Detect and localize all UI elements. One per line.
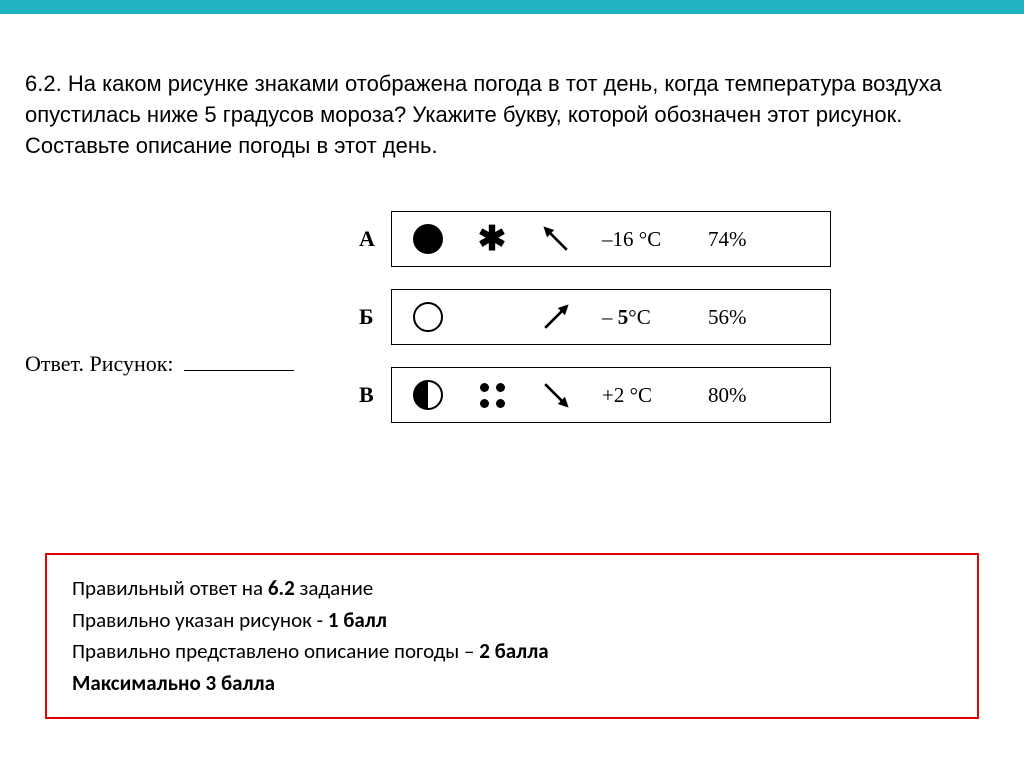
question-body: На каком рисунке знаками отображена пого… — [25, 71, 942, 158]
question-text: 6.2. На каком рисунке знаками отображена… — [25, 69, 999, 161]
temperature-v: +2 °C — [602, 383, 680, 408]
wind-arrow-icon-ne — [538, 299, 574, 335]
humidity-v: 80% — [708, 383, 758, 408]
option-letter-b: Б — [359, 304, 379, 330]
option-box-a: ✱ –16 °C 74% — [391, 211, 831, 267]
wind-arrow-icon-nw — [538, 221, 574, 257]
cloud-cover-icon-clear — [410, 302, 446, 332]
scoring-box: Правильный ответ на 6.2 задание Правильн… — [45, 553, 979, 719]
option-row-b: Б – 5°C 56% — [359, 289, 831, 345]
option-box-b: – 5°C 56% — [391, 289, 831, 345]
answer-blank-line — [184, 370, 294, 371]
wind-arrow-icon-se — [538, 377, 574, 413]
scoring-line-1: Правильный ответ на 6.2 задание — [72, 573, 952, 605]
cloud-cover-icon-full — [410, 224, 446, 254]
scoring-line-2: Правильно указан рисунок - 1 балл — [72, 605, 952, 637]
temperature-b: – 5°C — [602, 305, 680, 330]
main-row: Ответ. Рисунок: А ✱ — [25, 211, 999, 423]
answer-label: Ответ. Рисунок: — [25, 351, 294, 377]
humidity-a: 74% — [708, 227, 758, 252]
option-letter-a: А — [359, 226, 379, 252]
option-box-v: +2 °C 80% — [391, 367, 831, 423]
options-column: А ✱ –16 °C 74% — [359, 211, 831, 423]
option-row-a: А ✱ –16 °C 74% — [359, 211, 831, 267]
rain-dots-icon — [474, 383, 510, 408]
scoring-line-4: Максимально 3 балла — [72, 668, 952, 700]
snowflake-icon: ✱ — [474, 222, 510, 256]
option-row-v: В — [359, 367, 831, 423]
cloud-cover-icon-half — [410, 380, 446, 410]
answer-label-text: Ответ. Рисунок: — [25, 351, 174, 376]
header-bar — [0, 0, 1024, 14]
content-area: 6.2. На каком рисунке знаками отображена… — [0, 14, 1024, 739]
option-letter-v: В — [359, 382, 379, 408]
humidity-b: 56% — [708, 305, 758, 330]
question-number: 6.2. — [25, 71, 62, 96]
temperature-a: –16 °C — [602, 227, 680, 252]
scoring-line-3: Правильно представлено описание погоды –… — [72, 636, 952, 668]
